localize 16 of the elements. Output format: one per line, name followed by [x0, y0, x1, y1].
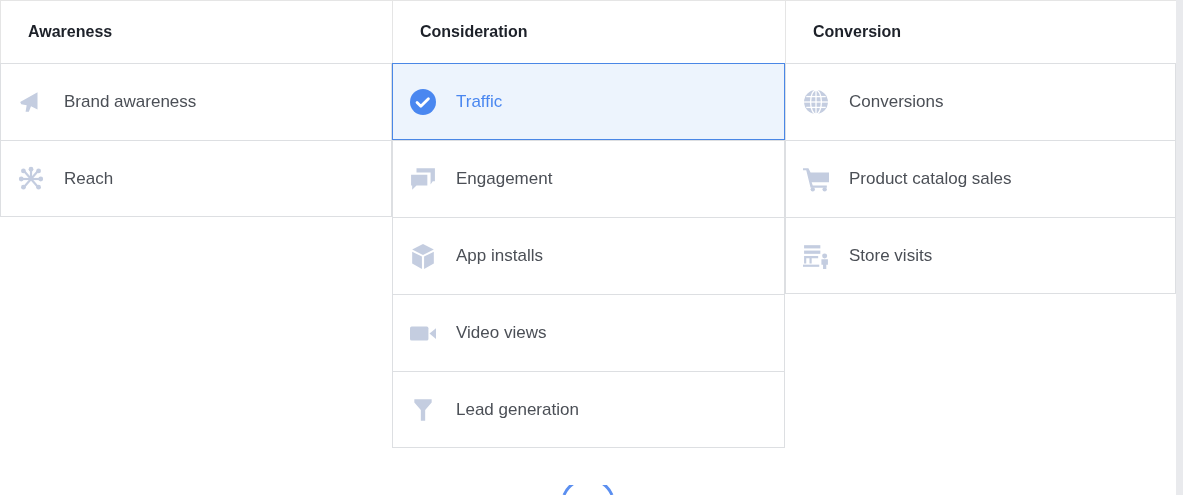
globe-icon [803, 89, 829, 115]
objective-option[interactable]: Lead generation [392, 371, 785, 448]
objective-option[interactable]: App installs [392, 217, 785, 294]
objective-option[interactable]: Product catalog sales [785, 140, 1176, 217]
chat-bubbles-icon [410, 166, 436, 192]
objective-option[interactable]: Engagement [392, 140, 785, 217]
shopping-cart-icon [803, 166, 829, 192]
cube-icon [410, 243, 436, 269]
objective-option[interactable]: Conversions [785, 63, 1176, 140]
objective-option[interactable]: Store visits [785, 217, 1176, 294]
objective-option[interactable]: Reach [0, 140, 392, 217]
store-visitor-icon [803, 242, 829, 269]
network-icon [18, 165, 44, 192]
objective-option[interactable]: Video views [392, 294, 785, 371]
objective-option[interactable]: Brand awareness [0, 63, 392, 140]
check-circle-icon [410, 88, 436, 115]
